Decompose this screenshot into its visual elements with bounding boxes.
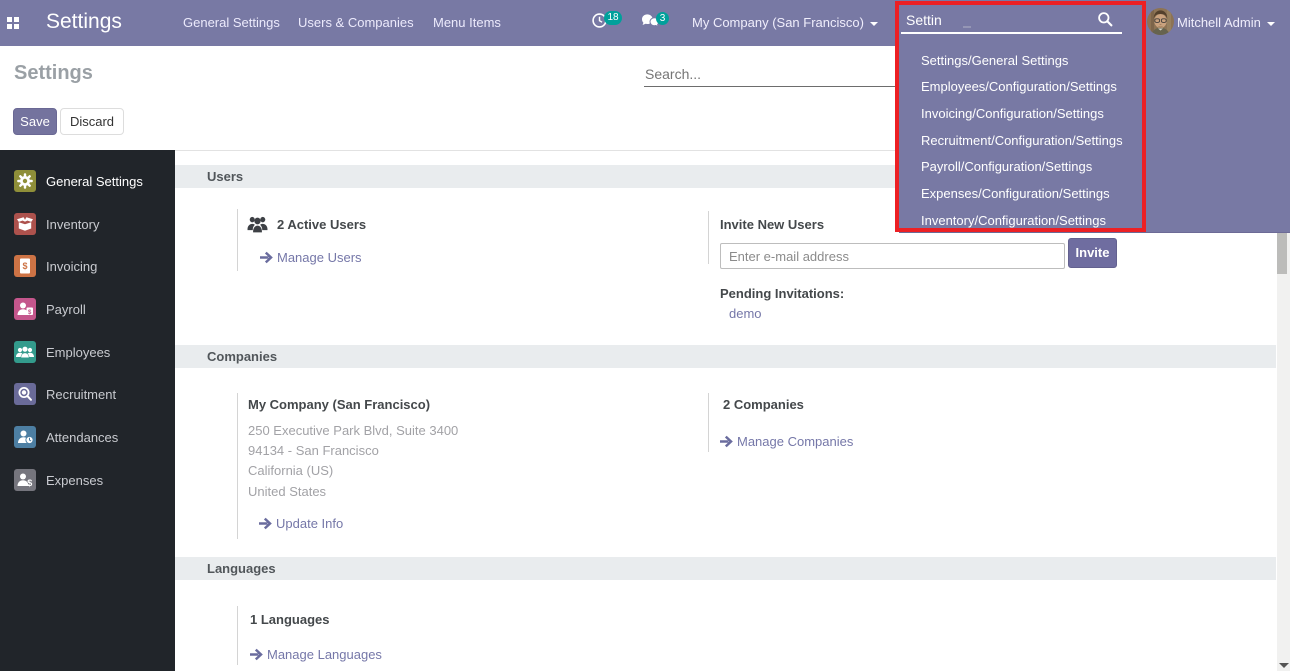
svg-text:$: $	[27, 478, 32, 488]
svg-text:$: $	[22, 261, 27, 271]
